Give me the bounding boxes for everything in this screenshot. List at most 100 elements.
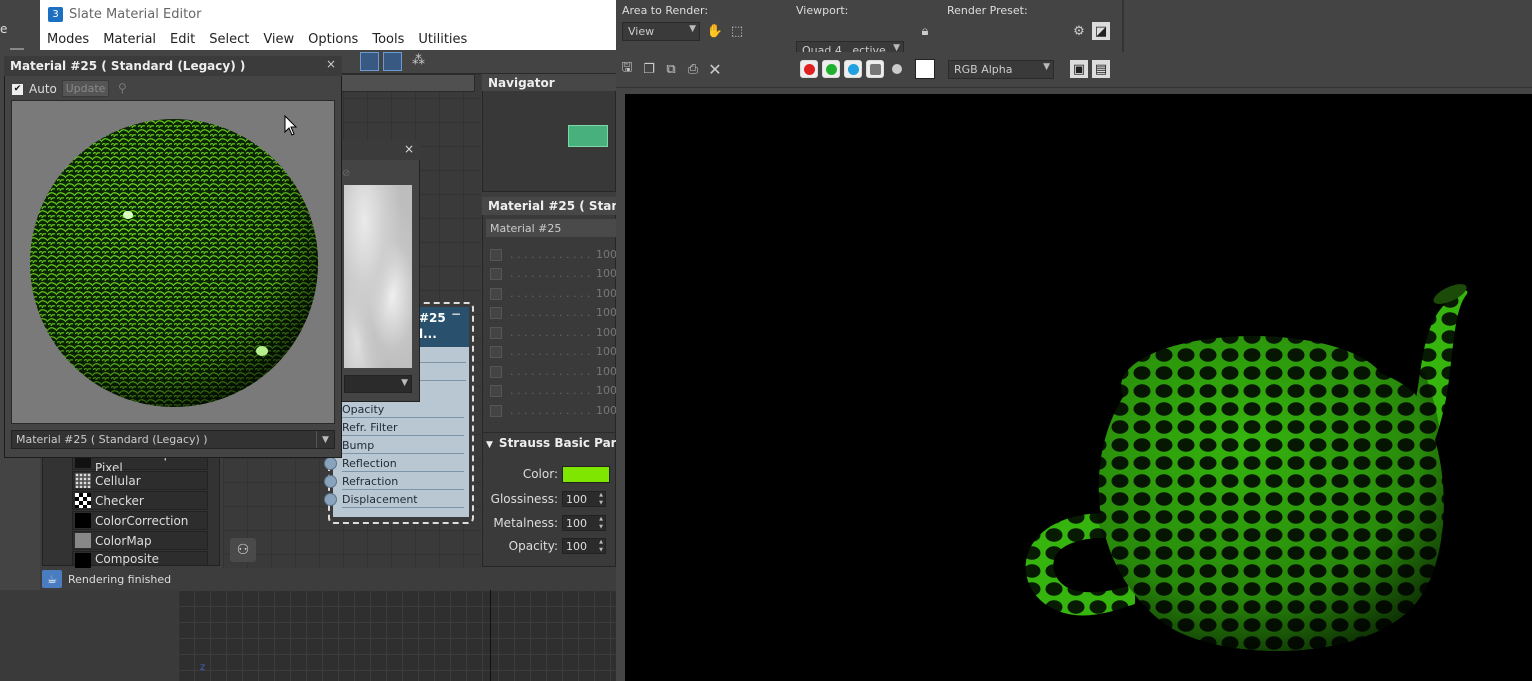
slot-socket-icon[interactable]: [324, 493, 337, 506]
navigator-view-rect[interactable]: [568, 125, 608, 147]
map-amount[interactable]: 100: [596, 248, 617, 261]
alpha-channel-button[interactable]: [866, 60, 884, 78]
blue-channel-button[interactable]: [844, 60, 862, 78]
map-checkbox[interactable]: [490, 287, 502, 300]
map-amount[interactable]: 100: [596, 404, 617, 417]
map-checkbox[interactable]: [490, 345, 502, 358]
render-setup-icon[interactable]: ⚙: [1070, 22, 1088, 40]
map-row[interactable]: . . . . . . . . . . . . 100: [490, 381, 617, 400]
menu-view[interactable]: View: [256, 32, 301, 47]
browser-item-cellular[interactable]: Cellular: [72, 471, 208, 490]
copy-image-icon[interactable]: ❐: [640, 60, 658, 78]
node-slot-refr-filter[interactable]: Refr. Filter: [324, 419, 464, 436]
menu-tools[interactable]: Tools: [365, 32, 411, 47]
display-channel-dropdown[interactable]: RGB Alpha ▼: [948, 60, 1054, 79]
layout-children-icon[interactable]: [360, 52, 379, 71]
toggle-ui-overlay-icon[interactable]: ▣: [1070, 60, 1088, 78]
lock-icon[interactable]: 🔒︎: [916, 22, 934, 40]
map-row[interactable]: . . . . . . . . . . . . 100: [490, 284, 617, 303]
map-preview-title-bar[interactable]: ×: [338, 140, 420, 160]
binoculars-icon[interactable]: ⚇: [230, 538, 256, 562]
layout-all-icon[interactable]: [383, 52, 402, 71]
edit-region-icon[interactable]: ✋: [706, 22, 724, 40]
menu-options[interactable]: Options: [301, 32, 365, 47]
browser-item-composite[interactable]: Composite: [72, 551, 208, 568]
map-amount[interactable]: 100: [596, 326, 617, 339]
map-amount[interactable]: 100: [596, 384, 617, 397]
slot-socket-icon[interactable]: [324, 457, 337, 470]
strauss-rollout-header[interactable]: ▼ Strauss Basic Param: [486, 436, 616, 454]
menu-select[interactable]: Select: [202, 32, 256, 47]
opacity-row: Opacity: 100: [486, 536, 616, 556]
node-slot-displacement[interactable]: Displacement: [324, 491, 464, 508]
node-slot-bump[interactable]: Bump: [324, 437, 464, 454]
monochrome-icon[interactable]: [892, 64, 902, 74]
map-checkbox[interactable]: [490, 365, 502, 378]
glossiness-spinner[interactable]: 100: [562, 491, 606, 507]
opacity-spinner[interactable]: 100: [562, 538, 606, 554]
map-row[interactable]: . . . . . . . . . . . . 100: [490, 264, 617, 283]
map-amount[interactable]: 100: [596, 306, 617, 319]
move-children-icon[interactable]: ⁂: [412, 53, 425, 68]
node-slot-refraction[interactable]: Refraction: [324, 473, 464, 490]
map-preview-close-icon[interactable]: ×: [404, 142, 414, 156]
map-checkbox[interactable]: [490, 306, 502, 319]
material-sphere-preview[interactable]: [11, 100, 335, 424]
map-checkbox[interactable]: [490, 404, 502, 417]
map-checkbox[interactable]: [490, 248, 502, 261]
clear-icon[interactable]: ✕: [706, 60, 724, 79]
map-row[interactable]: . . . . . . . . . . . . 100: [490, 342, 617, 361]
map-preview-lock-icon[interactable]: ⊘: [342, 168, 350, 179]
browser-item-colormap[interactable]: ColorMap: [72, 531, 208, 550]
chevron-down-icon[interactable]: ▼: [316, 431, 334, 448]
node-slot-opacity[interactable]: Opacity: [324, 401, 464, 418]
menu-modes[interactable]: Modes: [40, 32, 96, 47]
save-image-icon[interactable]: 🖫: [618, 60, 636, 78]
toggle-ui-icon[interactable]: ▤: [1092, 60, 1110, 78]
area-to-render-dropdown[interactable]: View ▼: [622, 22, 700, 41]
slot-socket-icon[interactable]: [324, 475, 337, 488]
red-channel-button[interactable]: [800, 60, 818, 78]
map-checkbox[interactable]: [490, 384, 502, 397]
map-row[interactable]: . . . . . . . . . . . . 100: [490, 303, 617, 322]
rendered-image[interactable]: [625, 94, 1532, 681]
close-icon[interactable]: ×: [326, 57, 340, 74]
map-preview-dropdown[interactable]: ▼: [344, 375, 412, 393]
opacity-label: Opacity:: [508, 539, 558, 553]
browser-item-checker[interactable]: Checker: [72, 491, 208, 510]
browser-item-label: ColorCorrection: [95, 513, 189, 528]
print-image-icon[interactable]: ⎙: [684, 60, 702, 78]
update-button[interactable]: Update: [62, 80, 109, 97]
node-slot-reflection[interactable]: Reflection: [324, 455, 464, 472]
menu-utilities[interactable]: Utilities: [411, 32, 474, 47]
environment-effects-icon[interactable]: ◪: [1092, 22, 1110, 40]
pin-icon[interactable]: ⚲: [118, 81, 127, 95]
chevron-down-icon: ▼: [401, 378, 408, 388]
auto-region-icon[interactable]: ⬚: [728, 22, 746, 40]
browser-item-colorcorrection[interactable]: ColorCorrection: [72, 511, 208, 530]
metalness-spinner[interactable]: 100: [562, 515, 606, 531]
material-preview-title[interactable]: Material #25 ( Standard (Legacy) ): [4, 56, 342, 76]
menu-material[interactable]: Material: [96, 32, 163, 47]
map-row[interactable]: . . . . . . . . . . . . 100: [490, 401, 617, 420]
material-name-field[interactable]: Material #25: [486, 219, 616, 237]
map-checkbox[interactable]: [490, 267, 502, 280]
auto-checkbox[interactable]: ✔: [12, 83, 23, 95]
map-amount[interactable]: 100: [596, 365, 617, 378]
map-checkbox[interactable]: [490, 326, 502, 339]
map-amount[interactable]: 100: [596, 267, 617, 280]
viewport-grid[interactable]: [178, 590, 616, 681]
auto-update-row[interactable]: ✔ Auto: [12, 80, 57, 98]
material-select-dropdown[interactable]: Material #25 ( Standard (Legacy) ) ▼: [11, 430, 335, 449]
green-channel-button[interactable]: [822, 60, 840, 78]
map-row[interactable]: . . . . . . . . . . . . 100: [490, 362, 617, 381]
map-amount[interactable]: 100: [596, 345, 617, 358]
swatch-color-icon[interactable]: [915, 59, 935, 79]
map-row[interactable]: . . . . . . . . . . . . 100: [490, 245, 617, 264]
clone-frame-icon[interactable]: ⧉: [662, 60, 680, 78]
node-collapse-icon[interactable]: −: [451, 307, 461, 321]
menu-edit[interactable]: Edit: [163, 32, 202, 47]
map-row[interactable]: . . . . . . . . . . . . 100: [490, 323, 617, 342]
map-amount[interactable]: 100: [596, 287, 617, 300]
color-swatch[interactable]: [562, 465, 610, 483]
